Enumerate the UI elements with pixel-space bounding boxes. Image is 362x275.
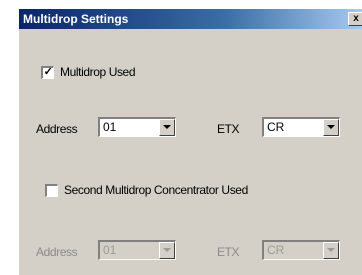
checkmark-icon: ✓ <box>43 65 53 78</box>
second-concentrator-check-box[interactable] <box>45 183 58 197</box>
second-concentrator-label: Second Multidrop Concentrator Used <box>64 183 248 197</box>
chevron-down-icon <box>327 125 335 129</box>
chevron-down-icon <box>327 248 335 252</box>
second-concentrator-checkbox[interactable]: Second Multidrop Concentrator Used <box>45 183 248 197</box>
close-button[interactable]: x <box>348 12 362 26</box>
multidrop-used-check-box[interactable]: ✓ <box>41 65 54 79</box>
address-dropdown-button[interactable] <box>159 119 175 136</box>
concentrator-etx-select: CR <box>262 240 340 260</box>
address-label: Address <box>36 122 78 136</box>
multidrop-used-label: Multidrop Used <box>60 65 136 79</box>
concentrator-address-value: 01 <box>103 243 117 257</box>
concentrator-etx-label: ETX <box>217 245 240 259</box>
concentrator-etx-dropdown-button <box>323 242 339 259</box>
etx-dropdown-button[interactable] <box>323 119 339 136</box>
multidrop-settings-dialog: Multidrop Settings x ✓ Multidrop Used Ad… <box>18 8 362 275</box>
address-select-value: 01 <box>103 120 117 134</box>
concentrator-etx-value: CR <box>267 243 285 257</box>
etx-select[interactable]: CR <box>262 117 340 137</box>
etx-label: ETX <box>217 122 240 136</box>
dialog-title: Multidrop Settings <box>23 12 129 26</box>
chevron-down-icon <box>163 248 171 252</box>
multidrop-used-checkbox[interactable]: ✓ Multidrop Used <box>41 65 136 79</box>
etx-select-value: CR <box>267 120 285 134</box>
concentrator-address-label: Address <box>36 245 78 259</box>
concentrator-address-dropdown-button <box>159 242 175 259</box>
chevron-down-icon <box>163 125 171 129</box>
title-bar: Multidrop Settings x <box>19 9 362 29</box>
concentrator-address-select: 01 <box>98 240 176 260</box>
close-icon: x <box>353 13 359 24</box>
address-select[interactable]: 01 <box>98 117 176 137</box>
